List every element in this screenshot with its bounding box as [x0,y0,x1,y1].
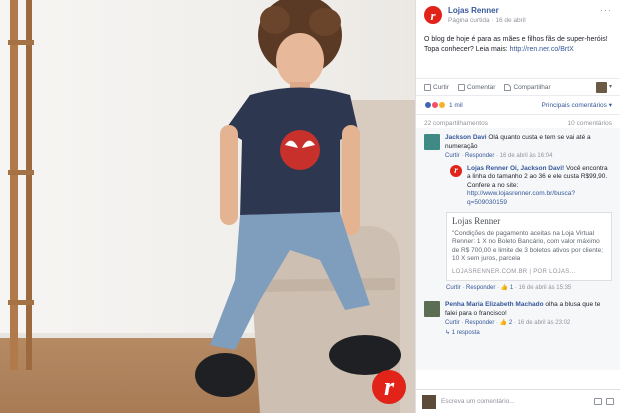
comment-date[interactable]: 16 de abril às 23:02 [518,320,571,326]
reply-link[interactable]: http://www.lojasrenner.com.br/busca?q=50… [467,190,575,206]
comment-order-chevron-icon: ▾ [608,101,612,109]
comment-body: Penha Maria Elizabeth Machado olha a blu… [445,301,612,337]
comment-reply-link[interactable]: Responder [465,153,494,159]
comment-icon [457,83,465,91]
reply-actions: Curtir · Responder · 👍 1 · 16 de abril à… [446,285,572,291]
comment-order-dropdown[interactable]: Principais comentários ▾ [542,101,612,110]
comment-actions: Curtir · Responder · 16 de abril às 16:0… [445,153,553,159]
actor-avatar[interactable] [595,81,607,93]
chevron-down-icon[interactable]: ▾ [609,83,612,92]
view-replies-link[interactable]: ↳ 1 resposta [445,329,612,338]
page-avatar[interactable]: r [424,6,442,24]
comment-like-link[interactable]: Curtir [445,320,460,326]
like-label: Curtir [433,83,449,91]
comment-button[interactable]: Comentar [457,83,496,92]
comment-order-label: Principais comentários [541,101,607,109]
like-button[interactable]: Curtir [424,83,449,92]
comment-body: Jackson Davi Olá quanto custa e tem se v… [445,134,612,161]
sticker-icon[interactable] [606,398,614,405]
view-replies-label: 1 resposta [451,329,480,336]
reply-avatar[interactable]: r [450,164,462,177]
reaction-count[interactable]: 1 mil [449,101,463,110]
comment-like-count[interactable]: 👍 2 [500,320,512,326]
page-name[interactable]: Lojas Renner [448,6,526,16]
comment-actions: Curtir · Responder · 👍 2 · 16 de abril à… [445,320,571,326]
comment-input[interactable]: Escreva um comentário... [441,397,590,406]
write-comment-bar: Escreva um comentário... [416,389,620,413]
link-preview-card[interactable]: Lojas Renner "Condições de pagamento ace… [446,212,612,281]
comments-list: Jackson Davi Olá quanto custa e tem se v… [416,128,620,370]
reply-reply-link[interactable]: Responder [466,285,495,291]
post-counts: 22 compartilhamentos 10 comentários [416,114,620,128]
commenter-avatar[interactable] [424,301,440,317]
post-header-info: Lojas Renner Página curtida · 16 de abri… [448,6,526,25]
comment-date[interactable]: 16 de abril às 16:04 [500,153,553,159]
comment-label: Comentar [466,83,496,91]
facebook-photo-viewer: r r Lojas Renner Página curtida · 16 de … [0,0,620,413]
comment-item: Penha Maria Elizabeth Machado olha a blu… [424,301,612,337]
comment-reply-link[interactable]: Responder [465,320,494,326]
reply-item: r Lojas Renner Oi, Jackson Davi! Você en… [446,164,612,208]
reply-date[interactable]: 16 de abril às 15:35 [519,285,572,291]
commenter-name[interactable]: Penha Maria Elizabeth Machado [445,301,544,308]
share-icon [504,83,512,91]
post-photo[interactable]: r [0,0,415,413]
comment-like-count-value: 2 [508,320,513,326]
post-meta: Página curtida · 16 de abril [448,16,526,25]
share-count[interactable]: 22 compartilhamentos [424,119,488,127]
preview-title: Lojas Renner [452,216,501,226]
post-link[interactable]: http://ren.ner.co/BrtX [510,46,574,53]
more-options-icon[interactable]: ··· [600,6,612,15]
thumbs-up-icon [424,83,431,91]
preview-host: LOJASRENNER.COM.BR | POR LOJAS... [452,268,576,275]
post-side-panel: r Lojas Renner Página curtida · 16 de ab… [415,0,620,413]
commenter-avatar[interactable] [424,134,440,150]
share-label: Compartilhar [513,83,551,91]
comment-item: Jackson Davi Olá quanto custa e tem se v… [424,134,612,161]
haha-reaction-icon [438,101,446,109]
comment-count[interactable]: 10 comentários [568,119,612,127]
commenter-name[interactable]: Jackson Davi [445,134,487,141]
camera-icon[interactable] [594,398,602,405]
reply-tag[interactable]: Oi, Jackson Davi! [510,165,564,172]
post-actions: Curtir Comentar Compartilhar ▾ [416,78,620,96]
photo-boy [195,0,401,397]
share-button[interactable]: Compartilhar [504,83,551,92]
preview-text: "Condições de pagamento aceitas na Loja … [452,229,604,263]
reactions-bar: 1 mil Principais comentários ▾ [416,96,620,114]
photo-ladder [8,0,34,370]
comment-like-link[interactable]: Curtir [445,153,460,159]
reply-like-link[interactable]: Curtir [446,285,461,291]
post-text: O blog de hoje é para as mães e filhos f… [416,30,620,72]
current-user-avatar [422,394,436,409]
reply-like-count-value: 1 [509,285,514,291]
reply-body: Lojas Renner Oi, Jackson Davi! Você enco… [467,165,612,208]
reply-author[interactable]: Lojas Renner [467,165,508,172]
post-header: r Lojas Renner Página curtida · 16 de ab… [416,0,620,30]
post-date[interactable]: 16 de abril [495,17,525,24]
renner-logo-badge: r [372,370,406,404]
page-liked-label: Página curtida [448,17,490,24]
reply-like-count[interactable]: 👍 1 [501,285,513,291]
